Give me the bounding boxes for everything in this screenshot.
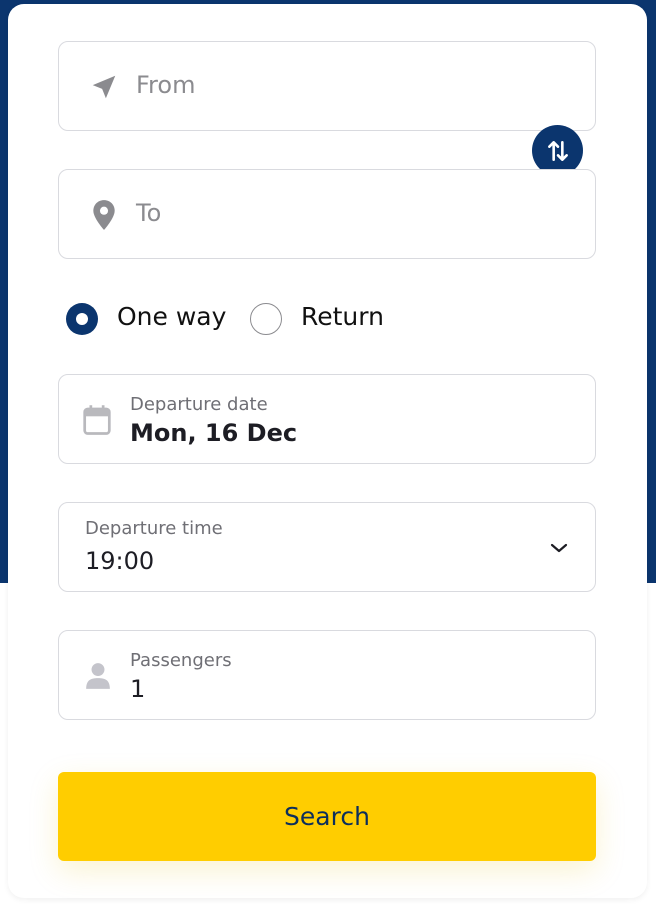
swap-vertical-icon — [545, 138, 571, 164]
trip-type-group: One way Return — [66, 300, 466, 340]
one-way-label[interactable]: One way — [117, 302, 226, 331]
calendar-icon — [81, 404, 113, 436]
chevron-down-icon[interactable] — [547, 538, 571, 558]
departure-time-label: Departure time — [85, 518, 223, 539]
departure-date-value: Mon, 16 Dec — [130, 419, 298, 447]
map-pin-icon — [89, 199, 119, 231]
departure-time-value: 19:00 — [85, 547, 155, 575]
from-field[interactable]: From — [58, 41, 596, 131]
to-placeholder: To — [136, 199, 162, 227]
passengers-field[interactable]: Passengers 1 — [58, 630, 596, 720]
person-icon — [83, 661, 113, 691]
from-placeholder: From — [136, 71, 196, 99]
return-label[interactable]: Return — [301, 302, 384, 331]
departure-date-label: Departure date — [130, 394, 268, 415]
navigation-arrow-icon — [88, 71, 120, 103]
return-radio[interactable] — [250, 303, 282, 335]
departure-time-field[interactable]: Departure time 19:00 — [58, 502, 596, 592]
passengers-label: Passengers — [130, 650, 232, 671]
passengers-value: 1 — [130, 675, 146, 703]
to-field[interactable]: To — [58, 169, 596, 259]
one-way-radio[interactable] — [66, 303, 98, 335]
search-button[interactable]: Search — [58, 772, 596, 861]
departure-date-field[interactable]: Departure date Mon, 16 Dec — [58, 374, 596, 464]
